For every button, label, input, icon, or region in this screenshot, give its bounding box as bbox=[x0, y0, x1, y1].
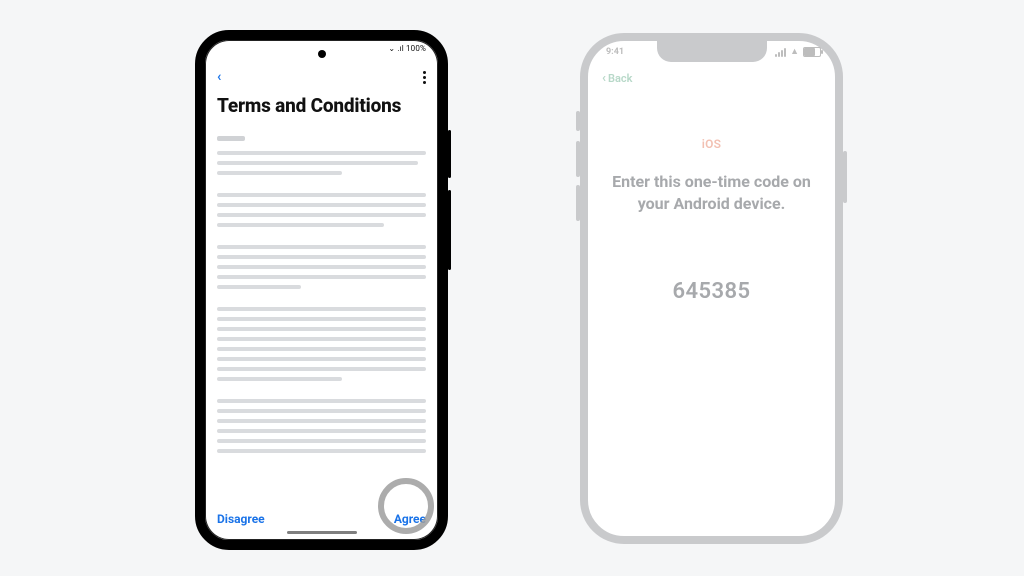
android-front-camera bbox=[318, 50, 326, 58]
android-phone-frame: ⌄ .ıl 100% ‹ Terms and Conditions bbox=[195, 30, 448, 550]
placeholder-line bbox=[217, 307, 426, 311]
placeholder-line bbox=[217, 419, 426, 423]
placeholder-line bbox=[217, 367, 426, 371]
placeholder-line bbox=[217, 449, 426, 453]
stage: ⌄ .ıl 100% ‹ Terms and Conditions bbox=[0, 0, 1024, 576]
android-volume-button bbox=[448, 130, 451, 178]
page-title: Terms and Conditions bbox=[217, 94, 426, 117]
placeholder-line bbox=[217, 357, 426, 361]
signal-icon bbox=[775, 48, 786, 57]
battery-icon bbox=[803, 47, 821, 57]
placeholder-line bbox=[217, 285, 301, 289]
iphone-side-button bbox=[843, 151, 847, 203]
ios-brand-label: iOS bbox=[588, 137, 835, 151]
placeholder-line bbox=[217, 337, 426, 341]
placeholder-line bbox=[217, 439, 426, 443]
terms-body[interactable] bbox=[217, 136, 426, 496]
ios-back-button[interactable]: ‹Back bbox=[602, 71, 632, 86]
placeholder-line bbox=[217, 245, 426, 249]
iphone-mute-switch bbox=[576, 111, 580, 131]
placeholder-line bbox=[217, 317, 426, 321]
placeholder-line bbox=[217, 213, 426, 217]
ios-back-label: Back bbox=[608, 72, 632, 85]
placeholder-line bbox=[217, 399, 426, 403]
android-toolbar: ‹ bbox=[205, 66, 438, 88]
ios-instruction-text: Enter this one-time code on your Android… bbox=[612, 171, 811, 214]
android-nav-pill bbox=[287, 531, 357, 534]
placeholder-line bbox=[217, 347, 426, 351]
placeholder-line bbox=[217, 171, 342, 175]
android-action-bar: Disagree Agree bbox=[217, 512, 426, 526]
iphone-frame: 9:41 ▲ ‹Back iOS Enter this one-time cod… bbox=[580, 33, 843, 544]
android-power-button bbox=[448, 190, 451, 270]
placeholder-line bbox=[217, 223, 384, 227]
more-icon[interactable] bbox=[423, 71, 426, 84]
placeholder-line bbox=[217, 275, 426, 279]
placeholder-line bbox=[217, 409, 426, 413]
disagree-button[interactable]: Disagree bbox=[217, 512, 265, 526]
android-status-bar: ⌄ .ıl 100% bbox=[388, 44, 426, 53]
wifi-icon: ▲ bbox=[790, 48, 799, 57]
one-time-code: 645385 bbox=[588, 279, 835, 304]
placeholder-line bbox=[217, 151, 426, 155]
placeholder-heading bbox=[217, 136, 245, 141]
placeholder-line bbox=[217, 255, 426, 259]
placeholder-line bbox=[217, 265, 426, 269]
ios-status-time: 9:41 bbox=[606, 47, 624, 57]
placeholder-line bbox=[217, 161, 418, 165]
ios-status-right: ▲ bbox=[775, 47, 821, 57]
placeholder-line bbox=[217, 193, 426, 197]
placeholder-line bbox=[217, 203, 426, 207]
agree-button[interactable]: Agree bbox=[394, 512, 426, 526]
chevron-left-icon: ‹ bbox=[602, 71, 606, 86]
iphone-volume-up bbox=[576, 141, 580, 177]
iphone-volume-down bbox=[576, 185, 580, 221]
back-icon[interactable]: ‹ bbox=[217, 69, 221, 85]
placeholder-line bbox=[217, 327, 426, 331]
placeholder-line bbox=[217, 429, 426, 433]
iphone-notch bbox=[657, 40, 767, 62]
placeholder-line bbox=[217, 377, 342, 381]
